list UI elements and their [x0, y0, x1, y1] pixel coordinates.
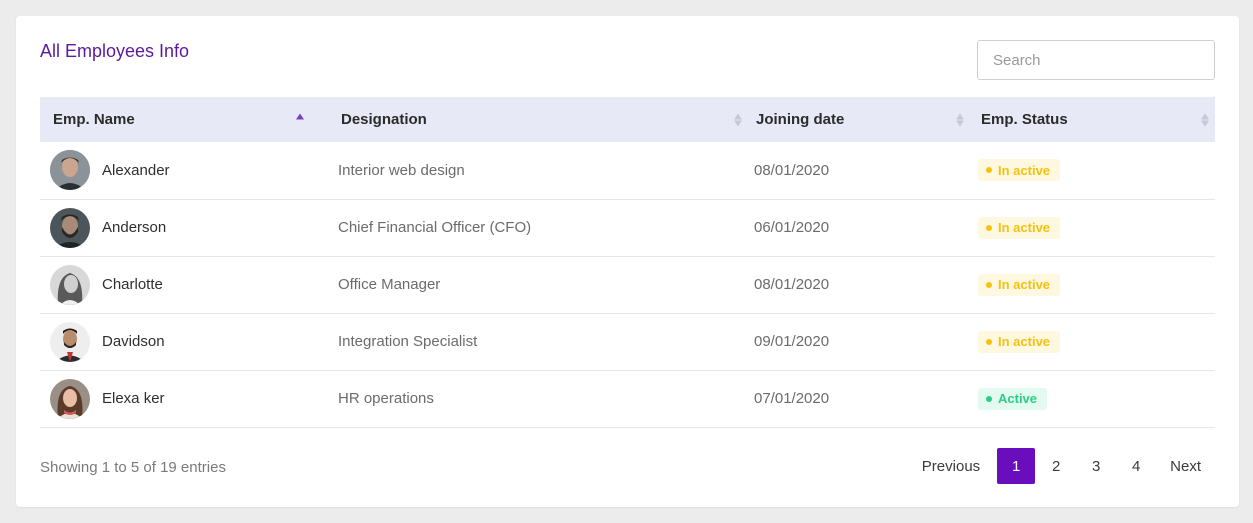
status-dot-icon: [986, 224, 992, 231]
page-button-2[interactable]: 2: [1037, 448, 1075, 484]
next-page-button[interactable]: Next: [1156, 448, 1215, 484]
status-label: In active: [998, 220, 1051, 235]
status-badge: Active: [978, 387, 1048, 410]
search-input[interactable]: [977, 40, 1215, 80]
table-row[interactable]: Alexander Interior web design 08/01/2020…: [40, 142, 1215, 199]
cell-joining-date: 08/01/2020: [754, 161, 830, 179]
status-badge: In active: [978, 273, 1061, 296]
cell-joining-date: 09/01/2020: [754, 333, 830, 350]
employee-name: Elexa ker: [102, 390, 165, 407]
avatar: [50, 378, 90, 419]
cell-designation: Interior web design: [338, 161, 465, 179]
previous-page-button[interactable]: Previous: [906, 448, 996, 484]
employee-name: Alexander: [102, 161, 170, 179]
cell-name: Elexa ker: [40, 370, 320, 427]
cell-designation: Integration Specialist: [338, 333, 478, 350]
page-button-4[interactable]: 4: [1117, 448, 1155, 484]
cell-name: Charlotte: [40, 256, 320, 313]
table-row[interactable]: Davidson Integration Specialist 09/01/20…: [40, 313, 1215, 370]
column-header-label: Designation: [341, 111, 427, 128]
avatar: [50, 321, 90, 362]
sort-icon[interactable]: [1201, 113, 1209, 126]
status-dot-icon: [986, 281, 992, 288]
column-header-name[interactable]: Emp. Name: [40, 97, 320, 142]
column-header-label: Emp. Name: [53, 111, 135, 128]
status-label: In active: [998, 334, 1051, 349]
employee-name: Davidson: [102, 333, 165, 350]
employee-name: Charlotte: [102, 276, 163, 293]
table-row[interactable]: Anderson Chief Financial Officer (CFO) 0…: [40, 199, 1215, 256]
sort-ascending-icon[interactable]: [296, 113, 304, 126]
sort-icon[interactable]: [734, 113, 742, 126]
table-row[interactable]: Charlotte Office Manager 08/01/2020 In a…: [40, 256, 1215, 313]
entries-info: Showing 1 to 5 of 19 entries: [40, 459, 226, 476]
page-title: All Employees Info: [40, 41, 190, 61]
cell-designation: HR operations: [338, 390, 434, 407]
pagination: Previous 1 2 3 4 Next: [906, 448, 1215, 484]
cell-name: Alexander: [40, 142, 320, 199]
avatar: [50, 264, 90, 305]
cell-status: In active: [970, 142, 1215, 199]
cell-joining-date: 07/01/2020: [754, 390, 830, 407]
cell-name: Anderson: [40, 199, 320, 256]
status-dot-icon: [986, 167, 992, 174]
column-header-label: Joining date: [756, 111, 845, 128]
status-dot-icon: [986, 338, 992, 345]
cell-joining-date: 06/01/2020: [754, 219, 830, 236]
cell-joining-date: 08/01/2020: [754, 276, 830, 293]
status-badge: In active: [978, 216, 1061, 239]
column-header-joining-date[interactable]: Joining date: [748, 97, 970, 142]
cell-status: Active: [970, 370, 1215, 427]
cell-status: In active: [970, 256, 1215, 313]
page-button-1[interactable]: 1: [997, 448, 1036, 484]
employees-table: Emp. Name Designation Joining date Emp. …: [40, 97, 1215, 428]
table-header-row: Emp. Name Designation Joining date Emp. …: [40, 97, 1215, 142]
cell-designation: Office Manager: [338, 276, 441, 293]
status-label: In active: [998, 277, 1051, 292]
avatar: [50, 150, 90, 191]
cell-designation: Chief Financial Officer (CFO): [338, 219, 532, 236]
employee-name: Anderson: [102, 219, 167, 236]
status-badge: In active: [978, 159, 1061, 182]
column-header-label: Emp. Status: [981, 111, 1068, 128]
status-dot-icon: [986, 395, 992, 402]
status-label: Active: [998, 391, 1038, 406]
table-row[interactable]: Elexa ker HR operations 07/01/2020 Activ…: [40, 370, 1215, 427]
status-badge: In active: [978, 330, 1061, 353]
cell-status: In active: [970, 199, 1215, 256]
column-header-status[interactable]: Emp. Status: [970, 97, 1215, 142]
cell-name: Davidson: [40, 313, 320, 370]
column-header-designation[interactable]: Designation: [320, 97, 748, 142]
status-label: In active: [998, 162, 1051, 178]
avatar: [50, 207, 90, 248]
sort-icon[interactable]: [956, 113, 964, 126]
employees-card: All Employees Info Emp. Name Designation: [16, 16, 1239, 507]
page-button-3[interactable]: 3: [1077, 448, 1115, 484]
cell-status: In active: [970, 313, 1215, 370]
